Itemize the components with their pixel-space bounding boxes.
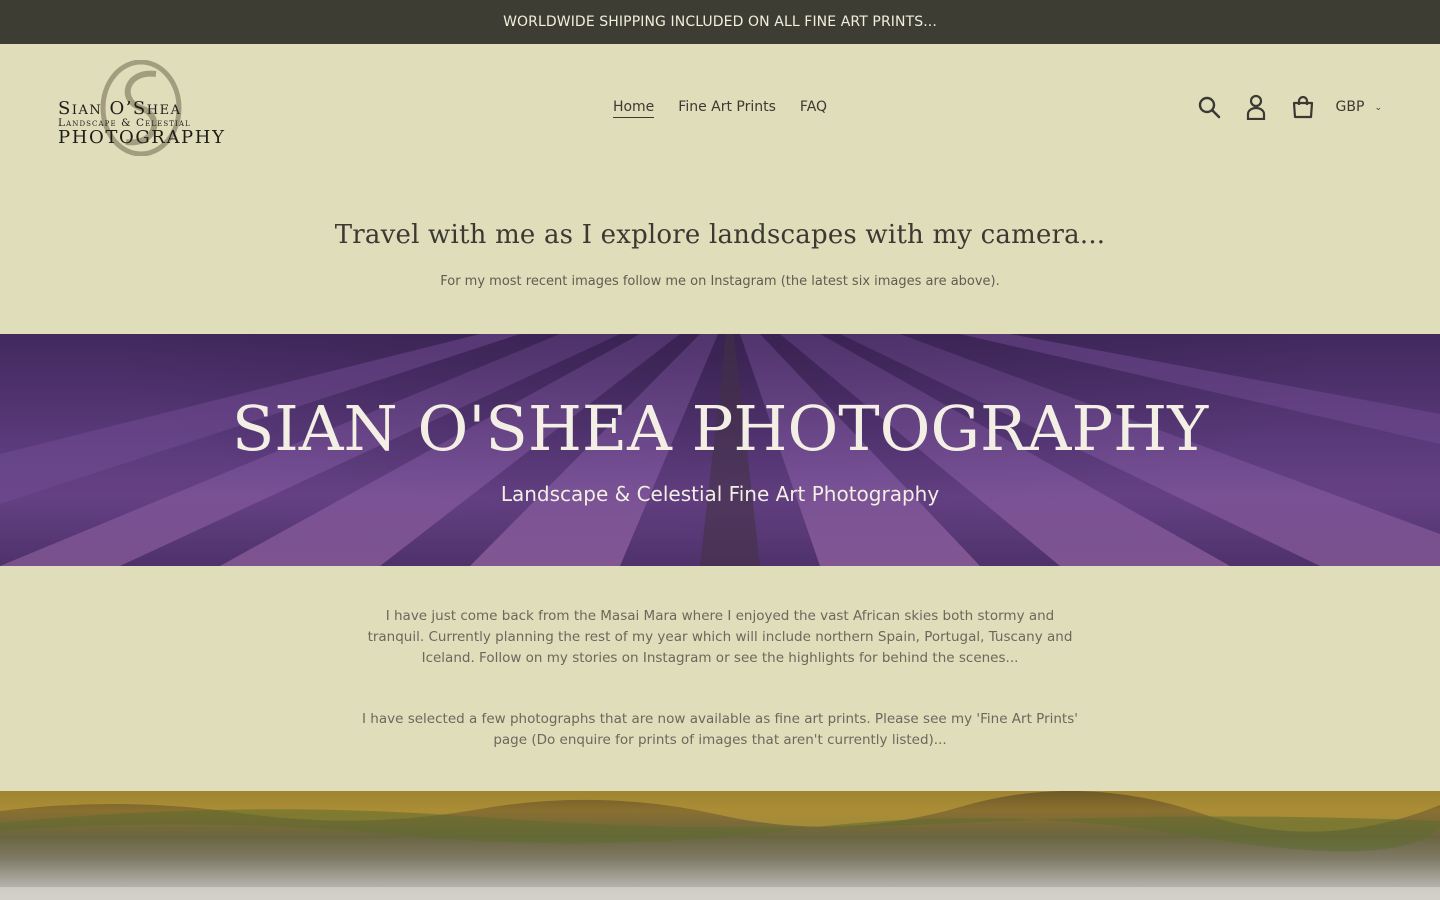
announcement-bar: WORLDWIDE SHIPPING INCLUDED ON ALL FINE … — [0, 0, 1440, 44]
landscape-image-texture — [0, 791, 1440, 900]
intro-subtitle: For my most recent images follow me on I… — [440, 274, 1000, 289]
search-icon[interactable] — [1194, 92, 1224, 122]
intro-title: Travel with me as I explore landscapes w… — [334, 220, 1106, 250]
header-actions: GBP ⌄ — [1194, 92, 1382, 122]
nav-home[interactable]: Home — [612, 99, 655, 118]
hero-title: SIAN O'SHEA PHOTOGRAPHY — [231, 392, 1209, 465]
site-header: Sian O’Shea Landscape & Celestial PHOTOG… — [0, 44, 1440, 174]
body-paragraph-travel: I have just come back from the Masai Mar… — [367, 608, 1073, 666]
account-icon[interactable] — [1241, 92, 1271, 122]
announcement-text: WORLDWIDE SHIPPING INCLUDED ON ALL FINE … — [503, 14, 937, 30]
body-paragraph-prints: I have selected a few photographs that a… — [362, 711, 1078, 748]
currency-selector[interactable]: GBP ⌄ — [1336, 99, 1382, 115]
chevron-down-icon: ⌄ — [1374, 103, 1382, 113]
hero-subtitle: Landscape & Celestial Fine Art Photograp… — [500, 482, 940, 506]
cart-icon[interactable] — [1288, 92, 1318, 122]
logo-photography: PHOTOGRAPHY — [58, 127, 226, 148]
currency-value: GBP — [1335, 99, 1365, 115]
hero-banner: SIAN O'SHEA PHOTOGRAPHY Landscape & Cele… — [0, 334, 1440, 566]
nav-fine-art-prints[interactable]: Fine Art Prints — [678, 99, 776, 118]
nav-faq[interactable]: FAQ — [800, 99, 827, 118]
landscape-image — [0, 791, 1440, 900]
